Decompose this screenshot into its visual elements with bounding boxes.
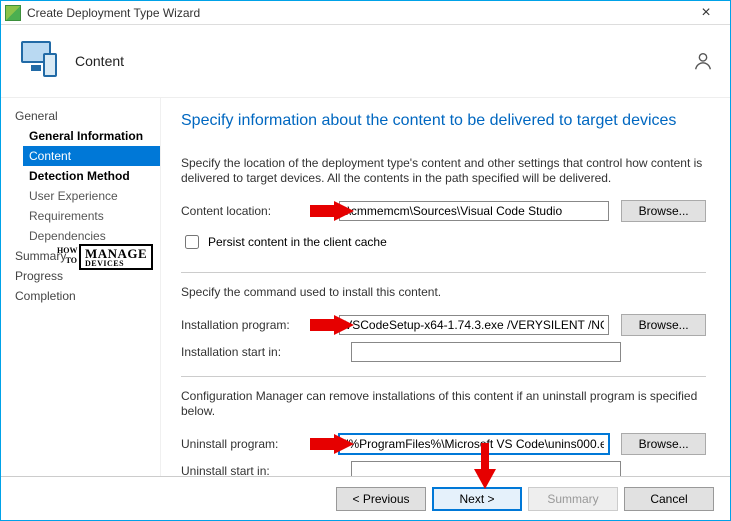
page-heading: Specify information about the content to… — [181, 112, 706, 130]
sidebar-item-completion[interactable]: Completion — [11, 286, 160, 306]
wizard-footer: < Previous Next > Summary Cancel — [1, 476, 730, 520]
label-uninstall-program: Uninstall program: — [181, 437, 339, 451]
computer-icon — [17, 39, 61, 83]
input-install-program[interactable] — [339, 315, 609, 335]
checkbox-persist-cache[interactable] — [185, 235, 199, 249]
window-title: Create Deployment Type Wizard — [27, 6, 200, 20]
content-panel: Specify information about the content to… — [161, 98, 730, 476]
browse-install-button[interactable]: Browse... — [621, 314, 706, 336]
header-section-title: Content — [75, 53, 124, 69]
label-uninstall-start: Uninstall start in: — [181, 464, 351, 476]
cancel-button[interactable]: Cancel — [624, 487, 714, 511]
label-install-program: Installation program: — [181, 318, 339, 332]
sidebar-item-requirements[interactable]: Requirements — [11, 206, 160, 226]
row-install-start: Installation start in: — [181, 342, 706, 362]
sidebar-item-detection-method[interactable]: Detection Method — [11, 166, 160, 186]
input-uninstall-program[interactable] — [339, 434, 609, 454]
wizard-window: Create Deployment Type Wizard × Content … — [0, 0, 731, 521]
app-icon — [5, 5, 21, 21]
summary-button: Summary — [528, 487, 618, 511]
row-install-program: Installation program: Browse... — [181, 314, 706, 336]
row-content-location: Content location: Browse... — [181, 200, 706, 222]
wizard-steps-sidebar: General General Information Content Dete… — [1, 98, 161, 476]
browse-content-button[interactable]: Browse... — [621, 200, 706, 222]
account-icon — [692, 50, 714, 72]
sidebar-item-user-experience[interactable]: User Experience — [11, 186, 160, 206]
sidebar-item-dependencies[interactable]: Dependencies — [11, 226, 160, 246]
row-uninstall-program: Uninstall program: Browse... — [181, 433, 706, 455]
sidebar-item-content[interactable]: Content — [23, 146, 160, 166]
close-icon[interactable]: × — [686, 4, 726, 22]
watermark: HOWTO MANAGE DEVICES — [79, 244, 159, 276]
install-description: Specify the command used to install this… — [181, 285, 706, 300]
browse-uninstall-button[interactable]: Browse... — [621, 433, 706, 455]
input-content-location[interactable] — [339, 201, 609, 221]
input-uninstall-start[interactable] — [351, 461, 621, 476]
row-uninstall-start: Uninstall start in: — [181, 461, 706, 476]
sidebar-item-general[interactable]: General — [11, 106, 160, 126]
input-install-start[interactable] — [351, 342, 621, 362]
label-content-location: Content location: — [181, 204, 339, 218]
header: Content — [1, 25, 730, 97]
uninstall-description: Configuration Manager can remove install… — [181, 389, 706, 419]
titlebar: Create Deployment Type Wizard × — [1, 1, 730, 25]
previous-button[interactable]: < Previous — [336, 487, 426, 511]
next-button[interactable]: Next > — [432, 487, 522, 511]
sidebar-item-general-information[interactable]: General Information — [11, 126, 160, 146]
label-persist-cache: Persist content in the client cache — [208, 235, 387, 249]
label-install-start: Installation start in: — [181, 345, 351, 359]
page-description: Specify the location of the deployment t… — [181, 156, 706, 186]
